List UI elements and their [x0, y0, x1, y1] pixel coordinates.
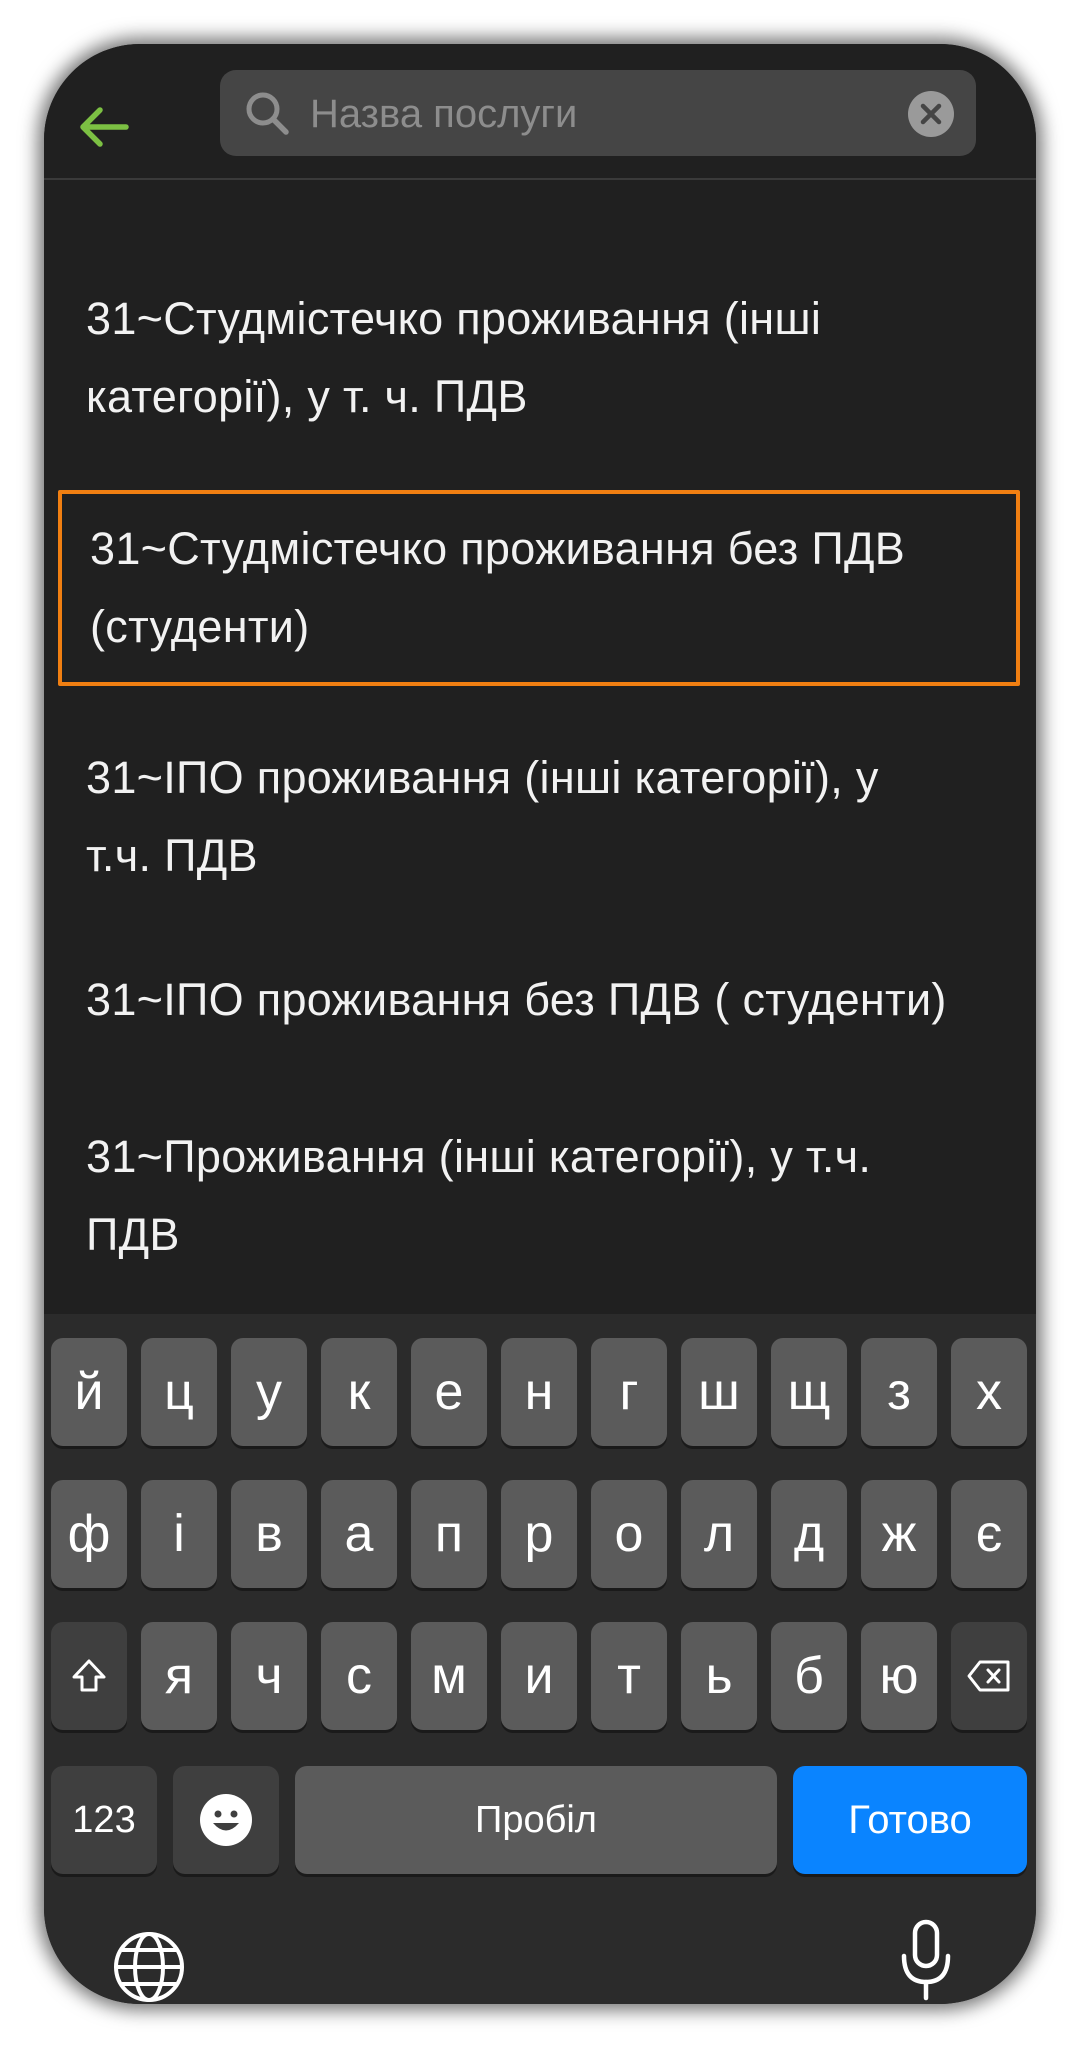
- key[interactable]: ю: [861, 1622, 937, 1730]
- key[interactable]: к: [321, 1338, 397, 1446]
- shift-key[interactable]: [51, 1622, 127, 1730]
- key[interactable]: л: [681, 1480, 757, 1588]
- key[interactable]: д: [771, 1480, 847, 1588]
- list-item-line: т.ч. ПДВ: [86, 830, 258, 881]
- list-item-line: 31~Студмістечко проживання (інші: [86, 293, 822, 344]
- search-header: [44, 44, 1036, 180]
- list-item-line: 31~ІПО проживання (інші категорії), у: [86, 752, 879, 803]
- emoji-key[interactable]: [173, 1766, 279, 1874]
- list-item[interactable]: 31~ІПО проживання (інші категорії), у т.…: [58, 739, 1020, 895]
- key[interactable]: и: [501, 1622, 577, 1730]
- key[interactable]: а: [321, 1480, 397, 1588]
- arrow-left-icon[interactable]: [72, 96, 134, 158]
- numbers-key[interactable]: 123: [51, 1766, 157, 1874]
- key[interactable]: з: [861, 1338, 937, 1446]
- search-field[interactable]: [220, 70, 976, 158]
- globe-icon[interactable]: [112, 1930, 186, 2004]
- key[interactable]: я: [141, 1622, 217, 1730]
- microphone-icon[interactable]: [896, 1918, 956, 2004]
- key[interactable]: о: [591, 1480, 667, 1588]
- list-item-line: 31~Студмістечко проживання без ПДВ: [90, 523, 906, 574]
- key[interactable]: с: [321, 1622, 397, 1730]
- key[interactable]: ж: [861, 1480, 937, 1588]
- list-item-selected[interactable]: 31~Студмістечко проживання без ПДВ (студ…: [58, 490, 1020, 686]
- list-item-line: 31~Проживання (інші категорії), у т.ч.: [86, 1131, 872, 1182]
- list-item-line: 31~ІПО проживання без ПДВ ( студенти): [86, 974, 947, 1025]
- list-item-line: ПДВ: [86, 1209, 180, 1260]
- key[interactable]: м: [411, 1622, 487, 1730]
- key[interactable]: н: [501, 1338, 577, 1446]
- key[interactable]: е: [411, 1338, 487, 1446]
- key[interactable]: ц: [141, 1338, 217, 1446]
- key[interactable]: п: [411, 1480, 487, 1588]
- onscreen-keyboard: й ц у к е н г ш щ з х ф і в а п р о л д …: [44, 1314, 1036, 2004]
- list-item[interactable]: 31~Проживання (інші категорії), у т.ч. П…: [58, 1118, 1020, 1274]
- emoji-icon: [200, 1794, 252, 1846]
- key[interactable]: ь: [681, 1622, 757, 1730]
- search-icon: [246, 92, 289, 135]
- list-item[interactable]: 31~ІПО проживання без ПДВ ( студенти): [58, 961, 1020, 1039]
- key[interactable]: є: [951, 1480, 1027, 1588]
- backspace-key[interactable]: [951, 1622, 1027, 1730]
- key[interactable]: і: [141, 1480, 217, 1588]
- search-input[interactable]: [308, 70, 882, 158]
- key[interactable]: й: [51, 1338, 127, 1446]
- key[interactable]: в: [231, 1480, 307, 1588]
- list-item[interactable]: 31~Студмістечко проживання (інші категор…: [58, 280, 1020, 436]
- key[interactable]: х: [951, 1338, 1027, 1446]
- shift-icon: [72, 1659, 106, 1692]
- key[interactable]: р: [501, 1480, 577, 1588]
- key[interactable]: т: [591, 1622, 667, 1730]
- done-key[interactable]: Готово: [793, 1766, 1027, 1874]
- key[interactable]: ч: [231, 1622, 307, 1730]
- clear-search-button[interactable]: [908, 91, 954, 137]
- key[interactable]: б: [771, 1622, 847, 1730]
- phone-screen: 31~Студмістечко проживання (інші категор…: [44, 44, 1036, 2004]
- backspace-icon: [967, 1660, 1010, 1692]
- list-item-line: (студенти): [90, 601, 310, 652]
- key[interactable]: ш: [681, 1338, 757, 1446]
- list-item-line: категорії), у т. ч. ПДВ: [86, 371, 528, 422]
- key[interactable]: у: [231, 1338, 307, 1446]
- space-key[interactable]: Пробіл: [295, 1766, 777, 1874]
- key[interactable]: ф: [51, 1480, 127, 1588]
- close-icon: [920, 103, 942, 125]
- key[interactable]: г: [591, 1338, 667, 1446]
- key[interactable]: щ: [771, 1338, 847, 1446]
